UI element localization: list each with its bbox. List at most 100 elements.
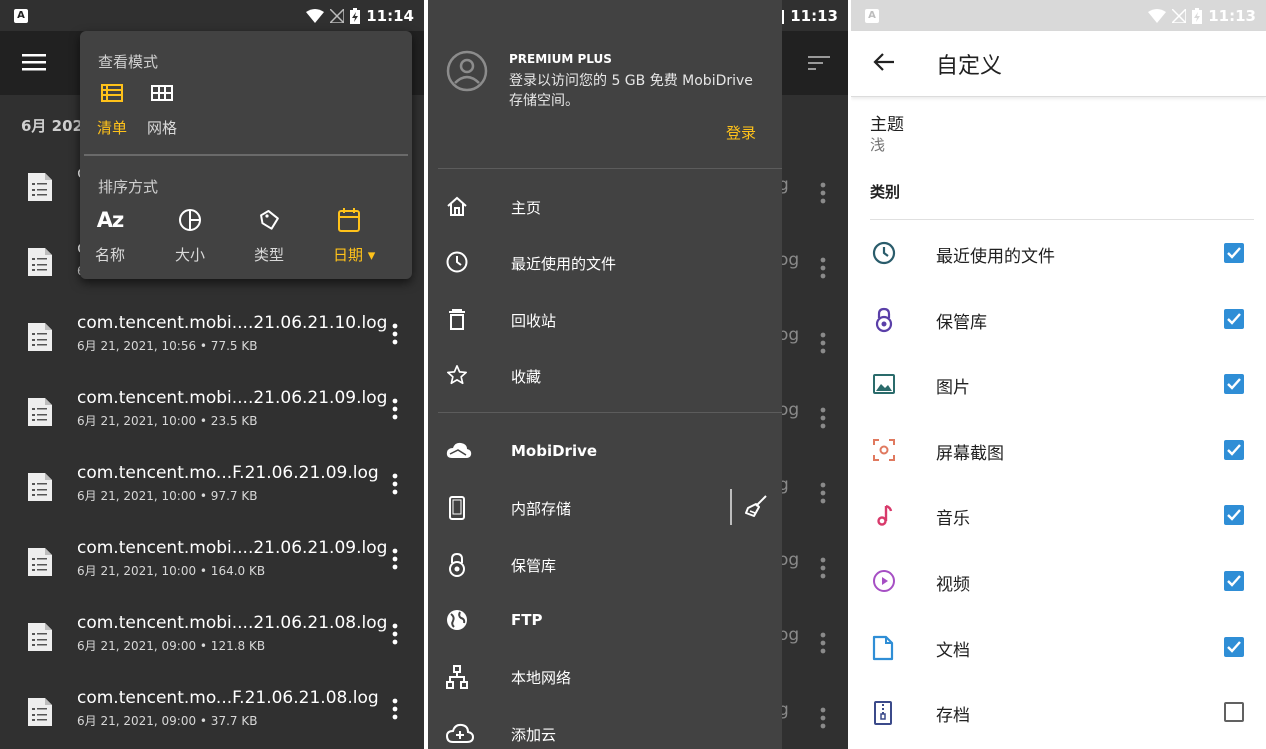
- view-grid-option[interactable]: 网格: [142, 83, 182, 138]
- dropdown-arrow-icon: ▾: [367, 246, 376, 264]
- drawer-item-home[interactable]: 主页: [428, 179, 782, 235]
- category-row[interactable]: 图片: [851, 352, 1266, 417]
- screenshot-icon: [872, 438, 896, 462]
- file-name: com.tencent.mo...F.21.06.21.09.log: [77, 463, 379, 483]
- more-options-icon: [820, 407, 826, 429]
- drawer-item-label: 收藏: [511, 367, 542, 386]
- file-name: com.tencent.mobi....21.06.21.09.log: [77, 538, 388, 558]
- clock-time: 11:14: [366, 6, 414, 25]
- sort-icon[interactable]: [808, 55, 830, 71]
- login-button[interactable]: 登录: [726, 122, 756, 143]
- file-row[interactable]: com.tencent.mo...F.21.06.21.08.log 6月 21,…: [0, 680, 424, 749]
- drawer-item-star[interactable]: 收藏: [428, 348, 782, 404]
- category-label: 视频: [936, 575, 970, 595]
- drawer-item-cloud[interactable]: MobiDrive: [428, 424, 782, 480]
- divider: [730, 489, 732, 526]
- divider: [438, 168, 782, 169]
- drawer-item-vault[interactable]: 保管库: [428, 537, 782, 593]
- category-checkbox[interactable]: [1224, 505, 1244, 526]
- theme-label: 主题: [870, 115, 904, 135]
- view-sort-popup: 查看模式 清单 网格 排序方式 Az 名称 大小 类型 日期 ▾: [80, 31, 412, 279]
- category-checkbox[interactable]: [1224, 439, 1244, 460]
- more-options-icon[interactable]: [392, 698, 398, 720]
- account-avatar-icon[interactable]: [446, 50, 488, 92]
- app-bar: 自定义: [851, 31, 1266, 97]
- clock-time: 11:13: [1208, 6, 1256, 25]
- music-icon: [872, 503, 896, 527]
- clock-time: 11:13: [790, 6, 838, 25]
- drawer-item-label: 回收站: [511, 311, 557, 330]
- more-options-icon[interactable]: [392, 398, 398, 420]
- cloud-add-icon: [446, 722, 474, 744]
- navigation-drawer-screen: A 11:13 gogogoggogogg PREMIUM PLUS 登录以访问…: [428, 0, 848, 749]
- category-checkbox[interactable]: [1224, 308, 1244, 329]
- category-checkbox[interactable]: [1224, 243, 1244, 263]
- log-file-icon: [27, 697, 53, 727]
- more-options-icon: [820, 632, 826, 654]
- more-options-icon[interactable]: [392, 623, 398, 645]
- home-icon: [446, 195, 468, 217]
- category-row[interactable]: 最近使用的文件: [851, 221, 1266, 286]
- no-sim-icon: [1172, 8, 1187, 23]
- broom-cleaner-icon[interactable]: [744, 494, 768, 518]
- view-list-label: 清单: [96, 119, 127, 137]
- drawer-item-label: 主页: [511, 199, 542, 217]
- category-row[interactable]: 视频: [851, 549, 1266, 614]
- alphabetical-icon: Az: [96, 208, 124, 232]
- file-meta: 6月 21, 2021, 10:00 • 23.5 KB: [77, 414, 258, 428]
- more-options-icon: [820, 557, 826, 579]
- sort-date-option[interactable]: 日期 ▾: [330, 207, 390, 265]
- more-options-icon: [820, 707, 826, 729]
- more-options-icon[interactable]: [392, 548, 398, 570]
- category-row[interactable]: 音乐: [851, 483, 1266, 548]
- menu-icon[interactable]: [22, 52, 46, 72]
- file-row[interactable]: com.tencent.mobi....21.06.21.09.log 6月 21…: [0, 530, 424, 605]
- clock-icon: [446, 251, 468, 273]
- log-file-icon: [27, 247, 53, 277]
- more-options-icon[interactable]: [392, 473, 398, 495]
- file-list-screen: A 11:14 6月 202 cc6月 21, 2021, 10:56 • 62…: [0, 0, 424, 749]
- category-checkbox[interactable]: [1224, 702, 1244, 723]
- drawer-item-trash[interactable]: 回收站: [428, 292, 782, 348]
- status-bar: A 11:14: [0, 0, 424, 31]
- drawer-item-phone[interactable]: 内部存储: [428, 480, 782, 536]
- file-name: com.tencent.mobi....21.06.21.09.log: [77, 388, 388, 408]
- image-icon: [872, 372, 896, 396]
- drawer-item-label: 本地网络: [511, 669, 572, 688]
- drawer-item-clock[interactable]: 最近使用的文件: [428, 235, 782, 291]
- category-row[interactable]: 文档: [851, 615, 1266, 680]
- sort-name-option[interactable]: Az 名称: [90, 207, 130, 265]
- category-checkbox[interactable]: [1224, 636, 1244, 657]
- drawer-item-network[interactable]: 本地网络: [428, 649, 782, 705]
- drawer-item-globe[interactable]: FTP: [428, 593, 782, 649]
- file-row[interactable]: com.tencent.mobi....21.06.21.08.log 6月 21…: [0, 605, 424, 680]
- view-list-option[interactable]: 清单: [92, 83, 132, 138]
- file-row[interactable]: com.tencent.mobi....21.06.21.09.log 6月 21…: [0, 380, 424, 455]
- category-checkbox[interactable]: [1224, 571, 1244, 591]
- more-options-icon: [820, 257, 826, 279]
- category-row[interactable]: 存档: [851, 680, 1266, 745]
- tag-icon: [260, 209, 279, 230]
- battery-charging-icon: [1192, 7, 1203, 24]
- category-checkbox[interactable]: [1224, 374, 1244, 395]
- file-row[interactable]: com.tencent.mobi....21.06.21.10.log 6月 21…: [0, 305, 424, 380]
- file-name: com.tencent.mobi....21.06.21.10.log: [77, 313, 388, 333]
- category-row[interactable]: 屏幕截图: [851, 418, 1266, 483]
- category-label: 文档: [936, 640, 970, 661]
- drawer-item-cloud-add[interactable]: 添加云: [428, 706, 782, 749]
- category-label: 屏幕截图: [936, 443, 1004, 464]
- category-row[interactable]: 保管库: [851, 287, 1266, 352]
- sort-size-option[interactable]: 大小: [170, 207, 210, 265]
- archive-icon: [872, 700, 894, 726]
- category-label: 保管库: [936, 312, 987, 333]
- log-file-icon: [27, 322, 53, 352]
- more-options-icon: [820, 482, 826, 504]
- date-section-header: 6月 202: [21, 117, 83, 135]
- more-options-icon[interactable]: [392, 323, 398, 345]
- sort-type-option[interactable]: 类型: [249, 207, 289, 265]
- file-name: com.tencent.mobi....21.06.21.08.log: [77, 613, 388, 633]
- file-row[interactable]: com.tencent.mo...F.21.06.21.09.log 6月 21,…: [0, 455, 424, 530]
- cloud-icon: [446, 440, 472, 460]
- globe-icon: [446, 609, 468, 631]
- back-arrow-icon[interactable]: [873, 52, 895, 72]
